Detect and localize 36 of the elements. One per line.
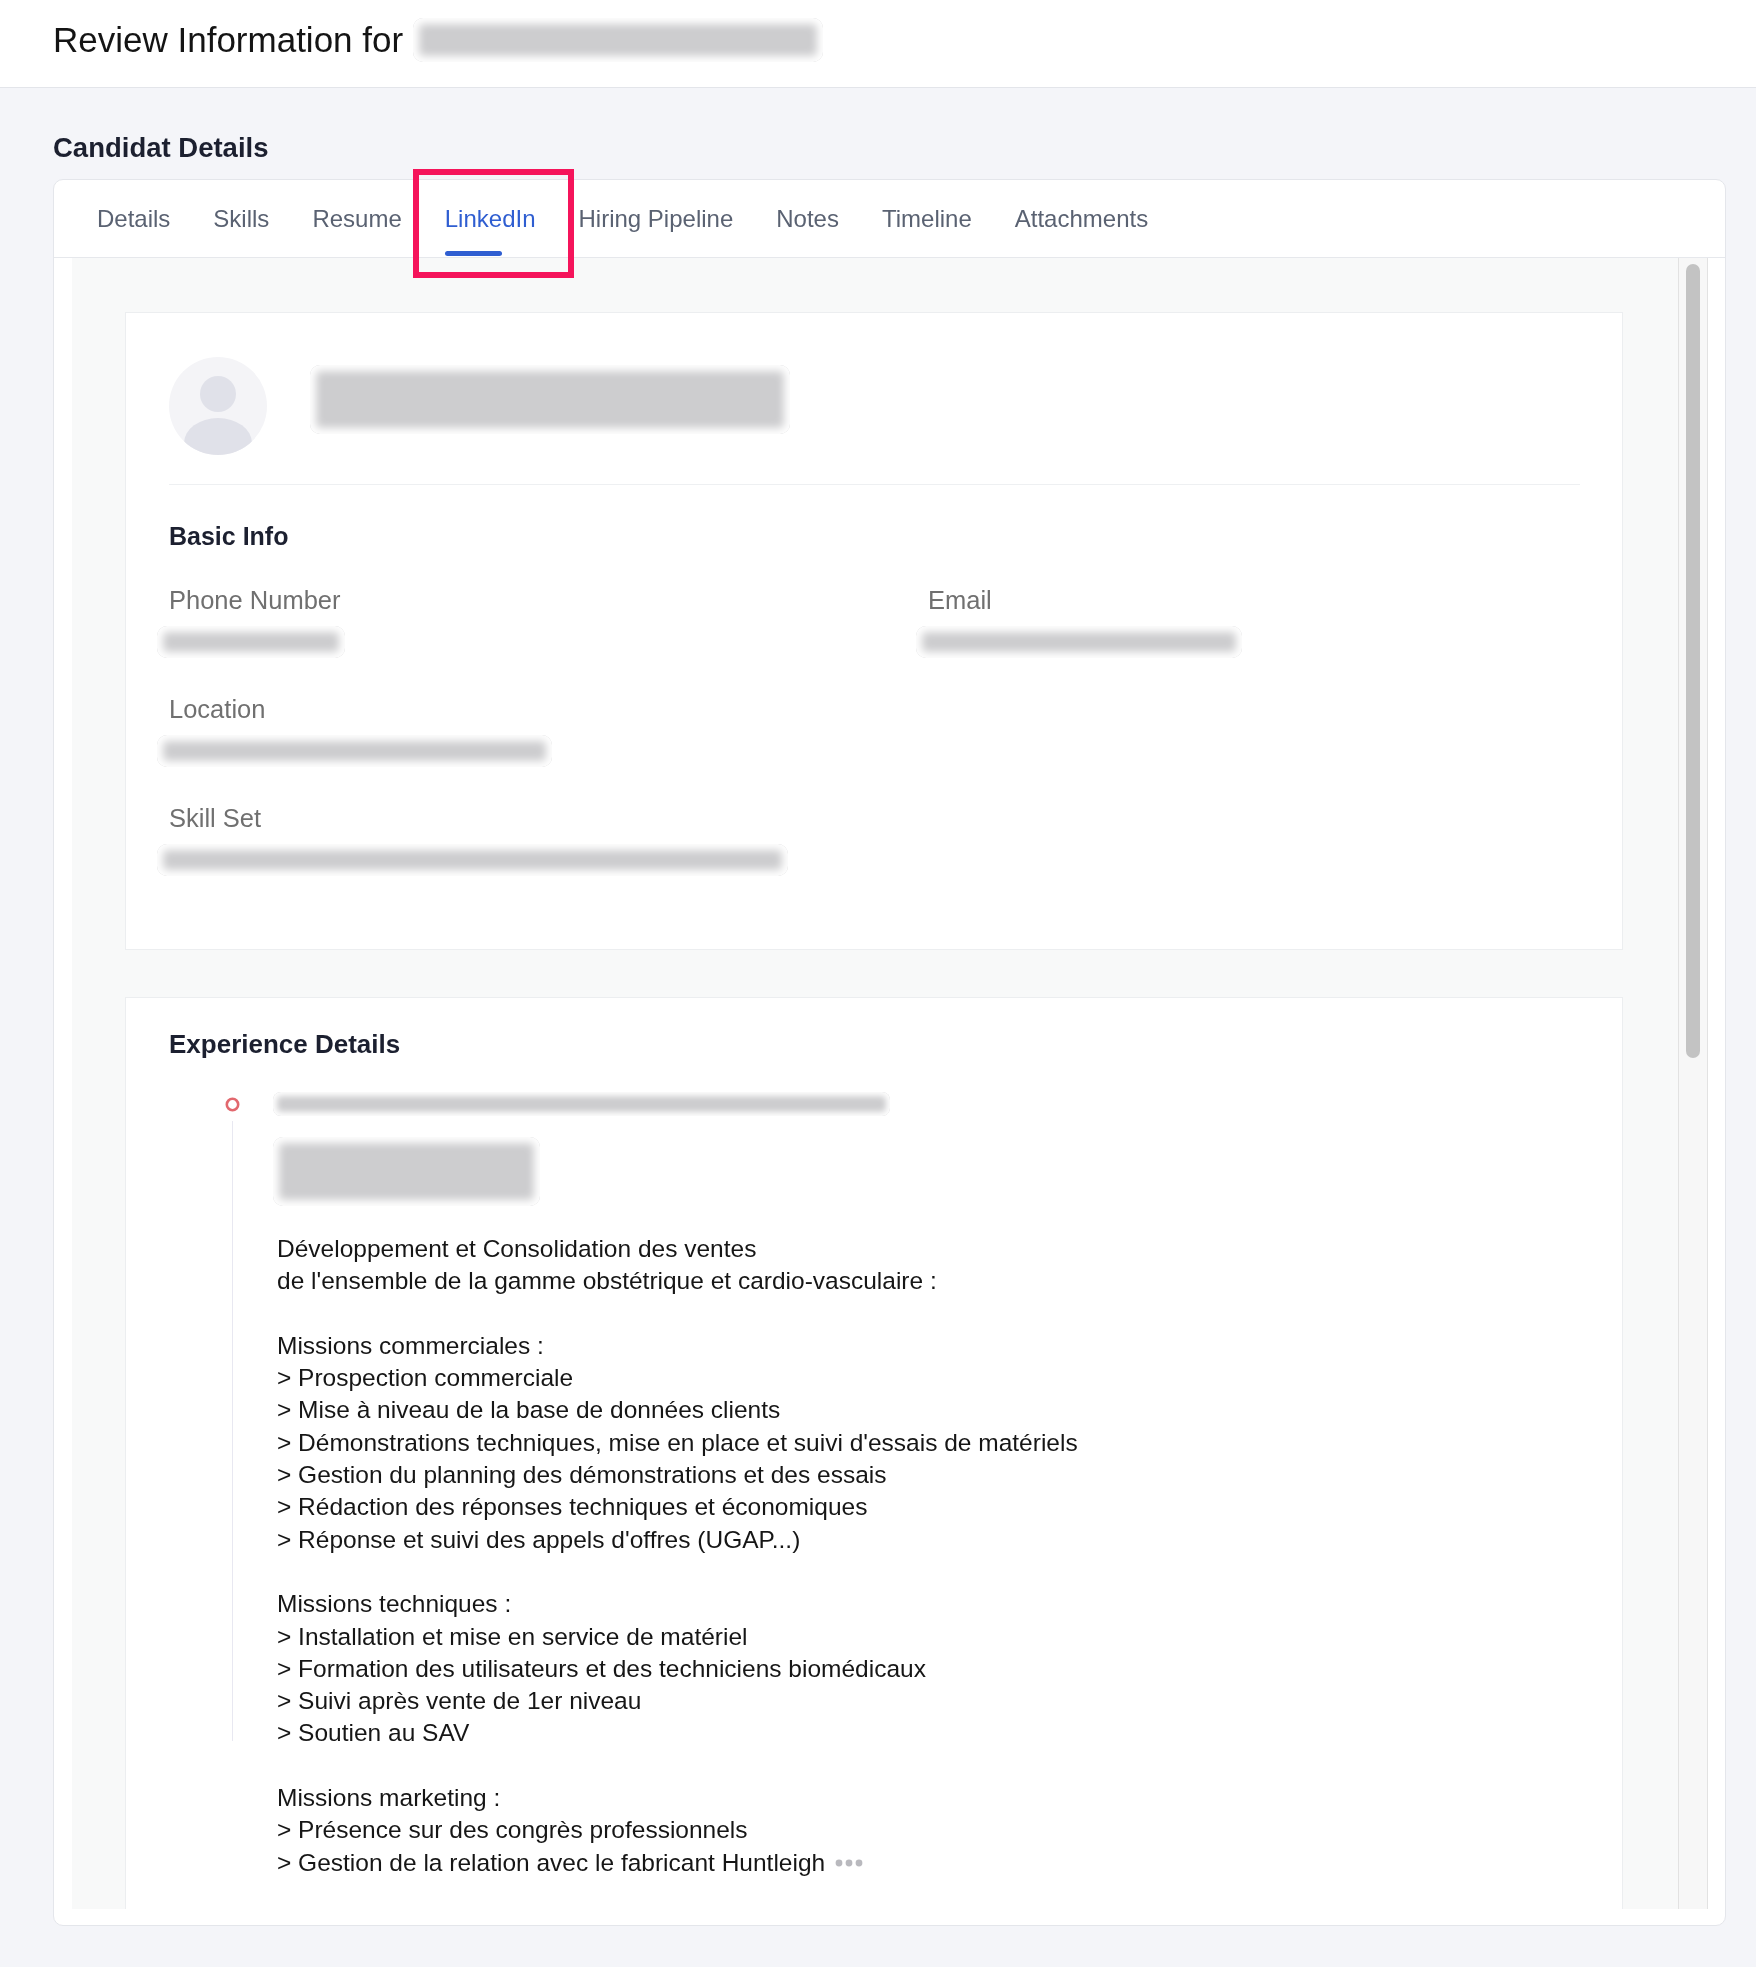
- page-title: Review Information for: [53, 18, 404, 61]
- field-label: Email: [928, 586, 993, 614]
- card-title: Experience Details: [169, 1028, 402, 1060]
- list-heading: Missions marketing :: [277, 1783, 502, 1814]
- list-heading: Missions techniques :: [277, 1589, 513, 1620]
- tab[interactable]: Hiring Pipeline: [578, 180, 734, 257]
- tab[interactable]: Timeline: [881, 180, 972, 257]
- card-title: Basic Info: [169, 521, 290, 551]
- field-label: Skill Set: [169, 804, 263, 832]
- section-title: Candidat Details: [53, 133, 270, 163]
- field-label: Location: [169, 695, 267, 723]
- list-item: > Soutien au SAV: [277, 1718, 470, 1749]
- list-item: > Réponse et suivi des appels d'offres (UGAP...): [277, 1524, 801, 1555]
- tab[interactable]: Resume: [312, 180, 402, 257]
- timeline-dot-icon: [225, 1097, 240, 1112]
- tab[interactable]: Skills: [213, 180, 270, 257]
- field-label: Phone Number: [169, 586, 342, 614]
- tab[interactable]: Notes: [776, 180, 839, 257]
- description-text: Développement et Consolidation des ventes de l'ensemble de la gamme obstétrique et cardio-vasculaire :: [277, 1234, 938, 1297]
- scrollbar-thumb[interactable]: [1686, 264, 1700, 1058]
- list-item: > Démonstrations techniques, mise en place et suivi d'essais de matériels: [277, 1427, 1078, 1458]
- list-item: > Formation des utilisateurs et des techniciens biomédicaux: [277, 1653, 926, 1684]
- list-item: > Mise à niveau de la base de données clients: [277, 1395, 781, 1426]
- list-item: > Installation et mise en service de matériel: [277, 1621, 748, 1652]
- list-heading: Missions commerciales :: [277, 1330, 545, 1361]
- list-item: > Gestion de la relation avec le fabricant Huntleigh: [277, 1847, 826, 1878]
- list-item: > Prospection commerciale: [277, 1363, 574, 1394]
- tab[interactable]: LinkedIn: [444, 180, 536, 257]
- tab[interactable]: Attachments: [1014, 180, 1149, 257]
- list-item: > Gestion du planning des démonstrations et des essais: [277, 1460, 887, 1491]
- list-item: > Suivi après vente de 1er niveau: [277, 1686, 642, 1717]
- list-item: > Rédaction des réponses techniques et économiques: [277, 1492, 868, 1523]
- tab[interactable]: Details: [97, 180, 171, 257]
- avatar-placeholder-icon: [169, 357, 267, 455]
- list-item: > Présence sur des congrès professionnels: [277, 1815, 748, 1846]
- more-icon[interactable]: [835, 1858, 864, 1867]
